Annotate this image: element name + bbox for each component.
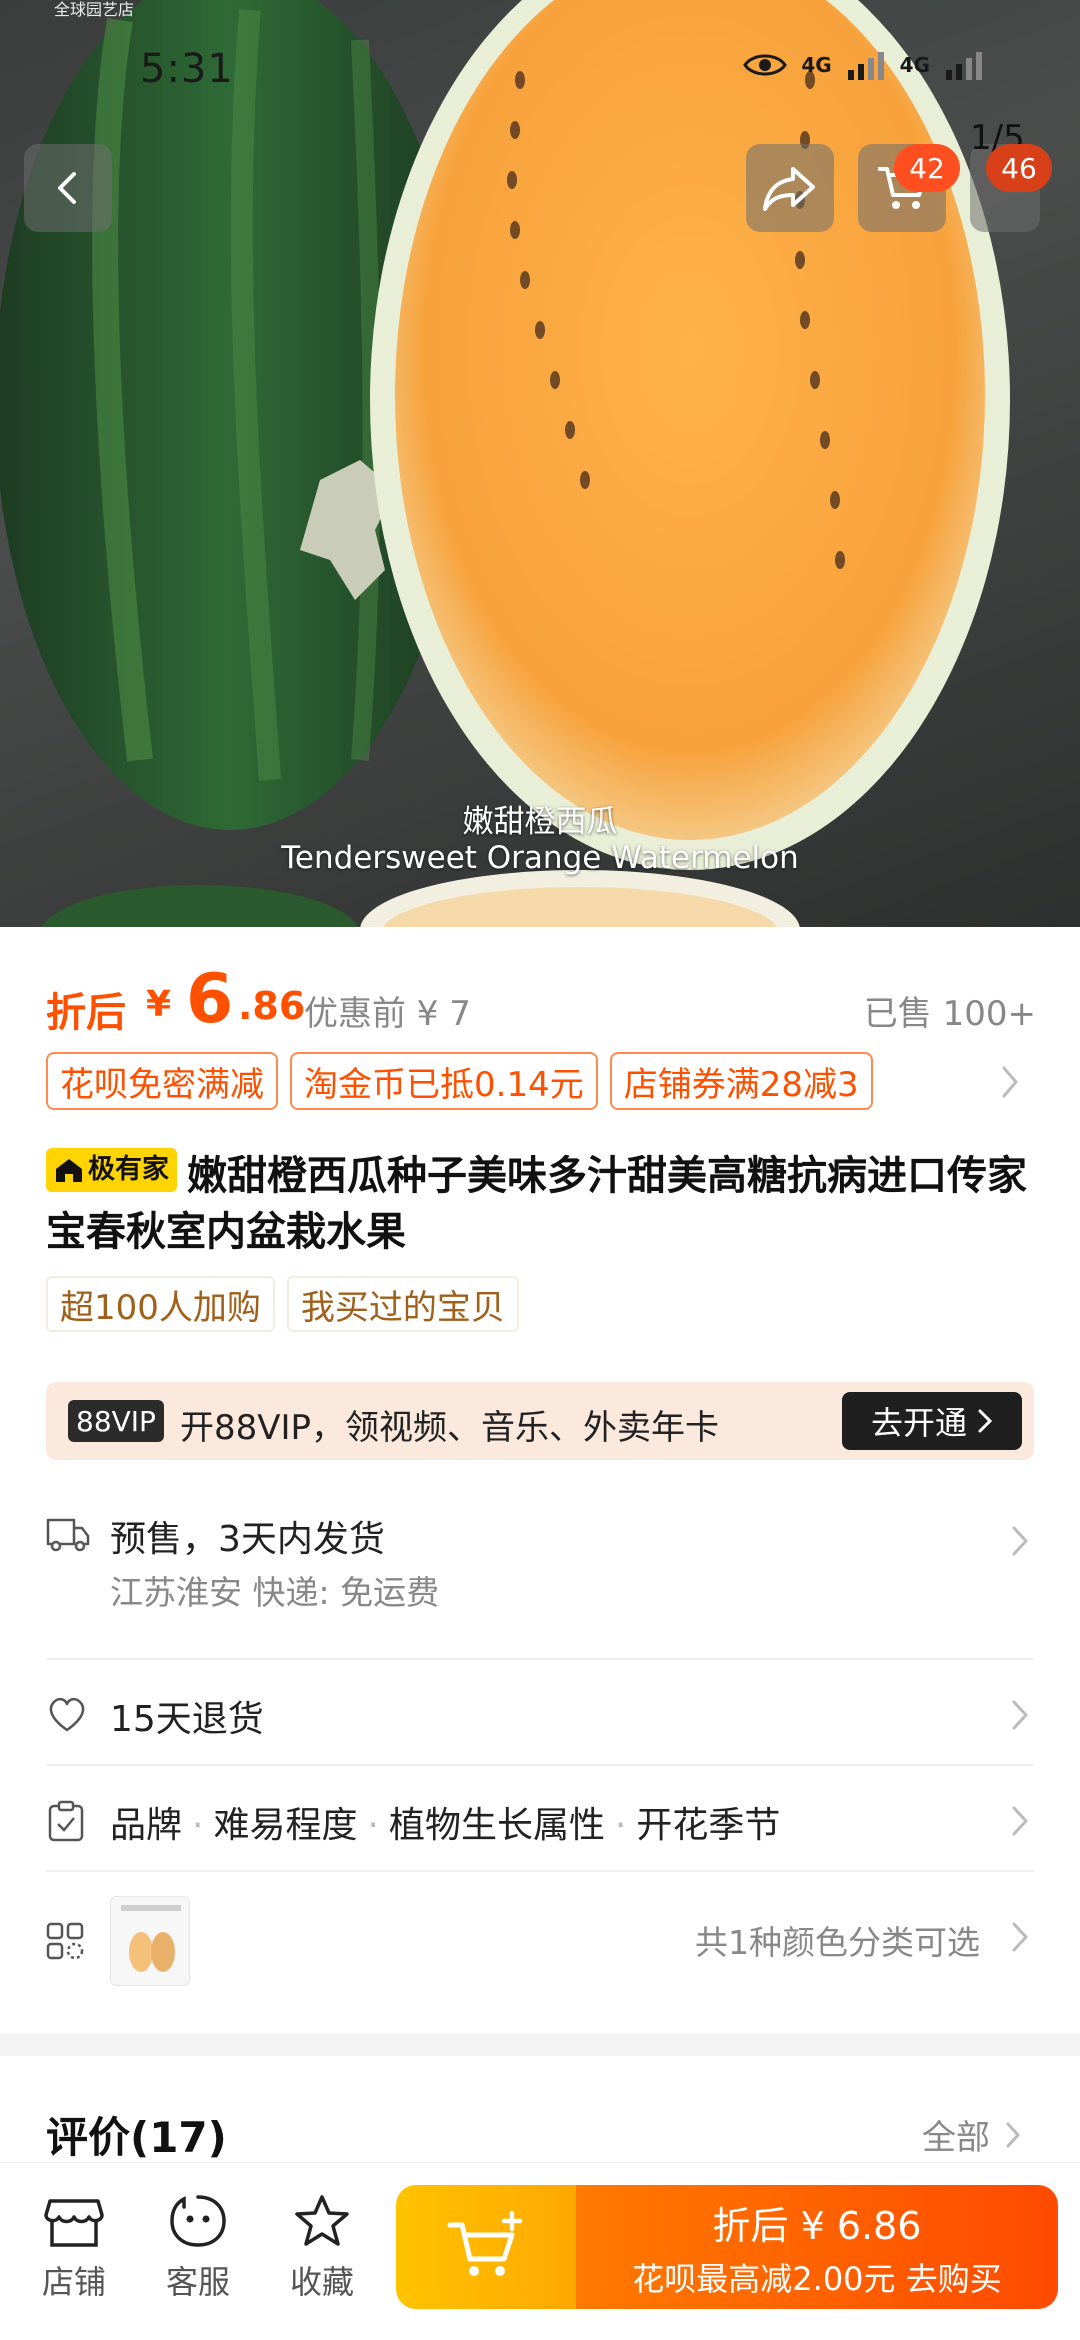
- sku-thumbnail[interactable]: [110, 1896, 190, 1986]
- home-icon: [56, 1159, 82, 1182]
- image-caption-en: Tendersweet Orange Watermelon: [281, 840, 799, 876]
- param-item: 开花季节: [636, 1805, 781, 1846]
- coupon-list[interactable]: 花呗免密满减 淘金币已抵0.14元 店铺券满28减3: [46, 1052, 873, 1110]
- shop-button[interactable]: 店铺: [34, 2193, 114, 2303]
- buy-price-label: 折后 ¥ 6.86: [712, 2203, 922, 2248]
- coupon-item[interactable]: 花呗免密满减: [46, 1052, 278, 1110]
- chevron-left-icon: [58, 172, 76, 204]
- seed-packet-image: [111, 1897, 189, 1985]
- shipping-sub: 江苏淮安 快递: 免运费: [110, 1573, 440, 1612]
- chip-item: 我买过的宝贝: [286, 1276, 519, 1332]
- shipping-title: 预售，3天内发货: [110, 1519, 385, 1560]
- vip-tag: 88VIP: [68, 1400, 164, 1442]
- product-chips: 超100人加购 我买过的宝贝: [46, 1276, 519, 1332]
- divider: [46, 1658, 1034, 1660]
- sku-summary: 共1种颜色分类可选: [695, 1923, 980, 1962]
- service-button-label: 客服: [165, 2263, 230, 2301]
- back-button[interactable]: [24, 144, 112, 232]
- params-list: 品牌 · 难易程度 · 植物生长属性 · 开花季节: [110, 1805, 781, 1846]
- reviews-all-label: 全部: [922, 2118, 990, 2158]
- sku-row[interactable]: 共1种颜色分类可选: [46, 1894, 1034, 1990]
- share-icon: [763, 167, 815, 211]
- returns-title: 15天退货: [110, 1699, 264, 1740]
- clipboard-icon: [48, 1800, 84, 1842]
- chevron-right-icon: [1012, 1806, 1029, 1836]
- customer-service-button[interactable]: 客服: [158, 2193, 238, 2303]
- vip-banner[interactable]: 88VIP 开88VIP，领视频、音乐、外卖年卡 去开通: [46, 1382, 1034, 1460]
- price-decimal: .86: [238, 984, 306, 1028]
- bottom-action-bar: 店铺 客服 收藏 折后 ¥ 6.86 花呗最高减2.00元 去购买: [0, 2162, 1080, 2340]
- message-badge: 46: [986, 144, 1052, 192]
- chevron-right-icon: [1012, 1526, 1029, 1556]
- chevron-right-icon: [978, 1409, 993, 1433]
- price-currency: ¥: [146, 984, 172, 1025]
- params-row[interactable]: 品牌 · 难易程度 · 植物生长属性 · 开花季节: [46, 1796, 1034, 1846]
- watermelon-photo: [0, 0, 1010, 927]
- add-cart-icon: [447, 2211, 523, 2276]
- shipping-row[interactable]: 预售，3天内发货 江苏淮安 快递: 免运费: [46, 1510, 1034, 1620]
- heart-shield-icon: [49, 1697, 85, 1732]
- signal-icon: [946, 52, 982, 80]
- divider: [46, 1870, 1034, 1872]
- purchase-cta: 折后 ¥ 6.86 花呗最高减2.00元 去购买: [396, 2185, 1058, 2309]
- network-label: 4G: [899, 53, 930, 77]
- status-time: 5:31: [140, 46, 234, 92]
- chevron-right-icon: [1006, 2122, 1021, 2147]
- truck-icon: [46, 1518, 90, 1552]
- reviews-all-link[interactable]: 全部: [922, 2110, 1022, 2159]
- price-label: 折后: [46, 990, 126, 1036]
- eye-icon: [743, 54, 788, 76]
- vip-open-label: 去开通: [870, 1404, 967, 1442]
- status-icons: 4G 4G: [743, 50, 984, 80]
- price-integer: 6: [186, 960, 234, 1039]
- buy-discount-label: 花呗最高减2.00元 去购买: [632, 2259, 1002, 2298]
- shop-watermark: 全球园艺店: [54, 0, 135, 19]
- shop-button-label: 店铺: [41, 2263, 106, 2301]
- signal-icon: [847, 52, 884, 80]
- cart-badge: 42: [894, 144, 960, 192]
- chevron-right-icon[interactable]: [998, 1062, 1022, 1102]
- favorite-button-label: 收藏: [289, 2263, 354, 2301]
- brand-tag: 极有家: [46, 1148, 177, 1192]
- star-icon: [295, 2195, 349, 2246]
- chevron-right-icon: [1012, 1922, 1029, 1952]
- brand-tag-label: 极有家: [88, 1154, 169, 1185]
- network-label: 4G: [801, 53, 832, 77]
- price-row: 折后 ¥ 6 .86 优惠前 ¥ 7 已售 100+: [46, 960, 1036, 1050]
- image-caption-cn: 嫩甜橙西瓜: [462, 804, 618, 840]
- chip-item: 超100人加购: [46, 1276, 275, 1332]
- vip-text: 开88VIP，领视频、音乐、外卖年卡: [180, 1408, 720, 1448]
- chat-face-icon: [170, 2195, 226, 2247]
- product-title-text: 嫩甜橙西瓜种子美味多汁甜美高糖抗病进口传家宝春秋室内盆栽水果: [46, 1153, 1027, 1255]
- coupon-item[interactable]: 店铺券满28减3: [609, 1052, 873, 1110]
- grid-icon: [46, 1922, 84, 1960]
- vip-open-button[interactable]: 去开通: [842, 1392, 1022, 1450]
- product-title: 极有家 嫩甜橙西瓜种子美味多汁甜美高糖抗病进口传家宝春秋室内盆栽水果: [46, 1148, 1036, 1260]
- coupon-item[interactable]: 淘金币已抵0.14元: [290, 1052, 598, 1110]
- store-icon: [44, 2199, 104, 2247]
- sold-count: 已售 100+: [863, 994, 1036, 1034]
- returns-row[interactable]: 15天退货: [46, 1690, 1034, 1740]
- original-price: 优惠前 ¥ 7: [304, 994, 471, 1034]
- share-button[interactable]: [746, 144, 834, 232]
- param-item: 植物生长属性: [388, 1805, 605, 1846]
- reviews-title: 评价(17): [46, 2113, 227, 2162]
- chevron-right-icon: [1012, 1700, 1029, 1730]
- param-item: 难易程度: [213, 1805, 358, 1846]
- section-gap: [0, 2034, 1080, 2056]
- param-item: 品牌: [110, 1805, 183, 1846]
- add-to-cart-button[interactable]: [396, 2185, 576, 2309]
- buy-now-button[interactable]: 折后 ¥ 6.86 花呗最高减2.00元 去购买: [576, 2185, 1058, 2309]
- product-image-carousel[interactable]: 全球园艺店 5:31 4G 4G 1/5 42 46 嫩甜橙西瓜 Tenders…: [0, 0, 1080, 927]
- divider: [46, 1764, 1034, 1766]
- favorite-button[interactable]: 收藏: [282, 2193, 362, 2303]
